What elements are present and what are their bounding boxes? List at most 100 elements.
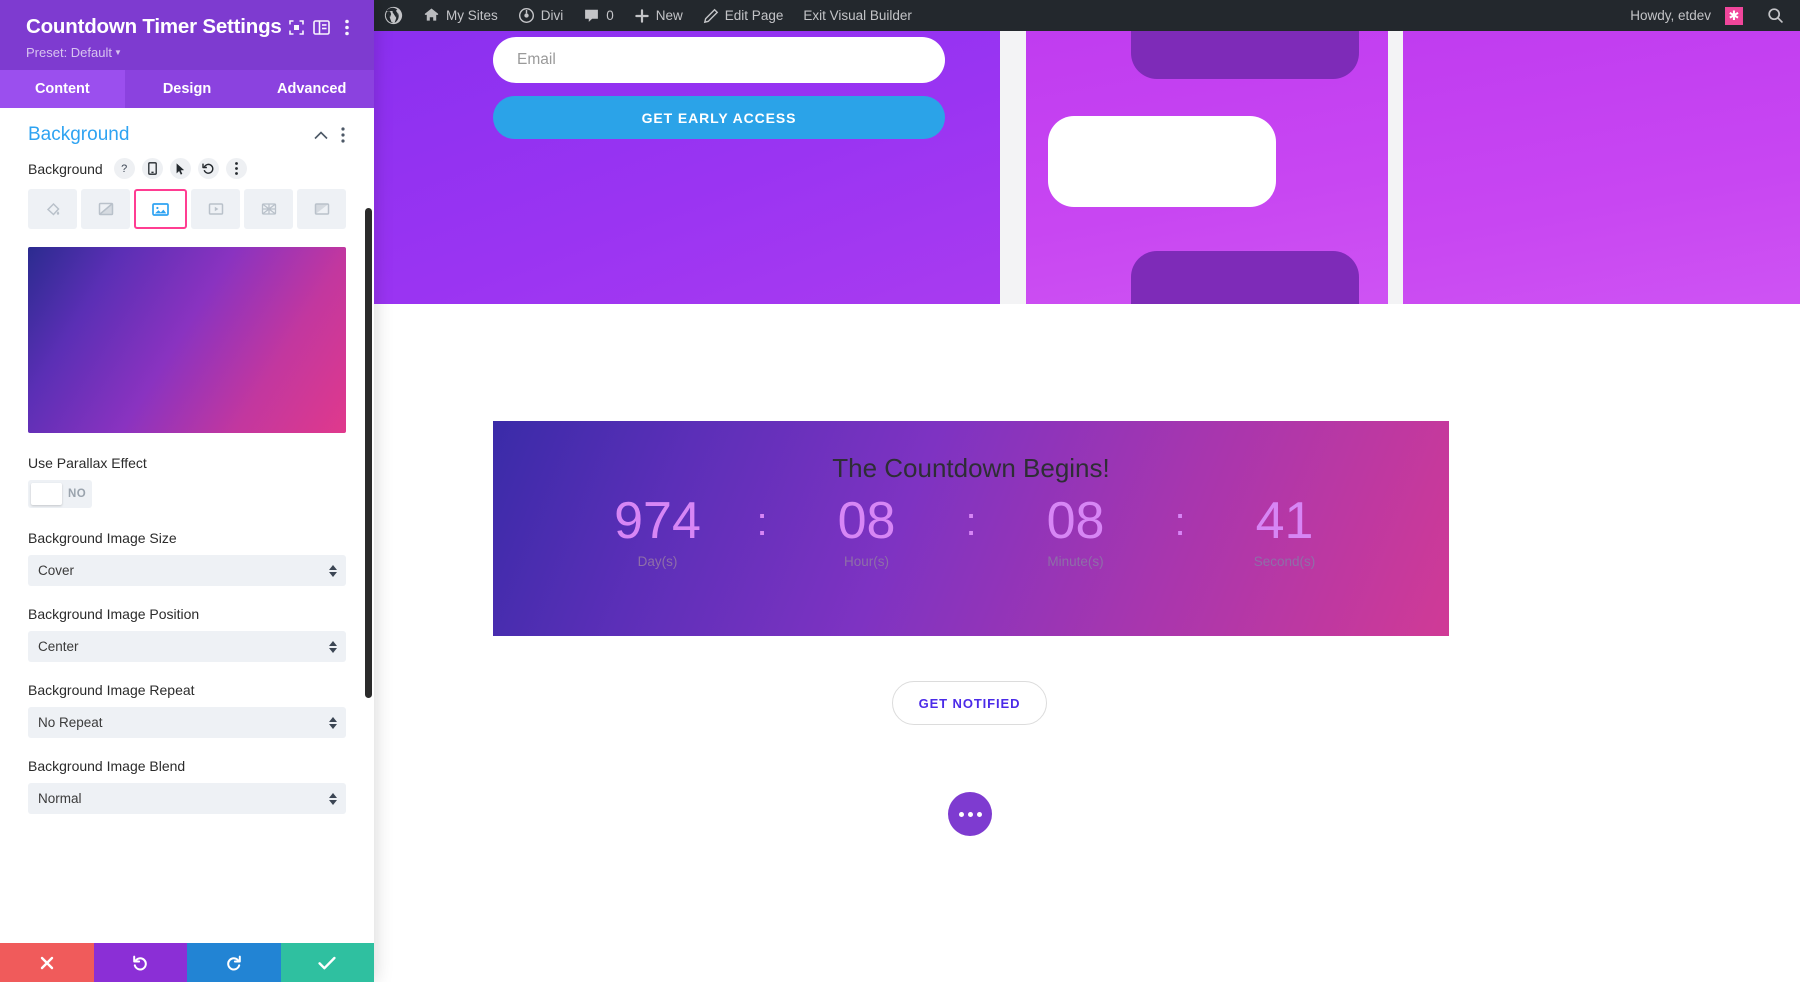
background-image-blend-select[interactable]: Normal [28, 783, 346, 814]
select-arrows-icon [329, 792, 337, 805]
countdown-label: Day(s) [637, 553, 678, 569]
background-image-icon[interactable] [134, 189, 187, 229]
focus-icon[interactable] [286, 14, 307, 40]
comments-menu[interactable]: 0 [573, 0, 624, 31]
hero-gap [1000, 31, 1026, 304]
hero-right-column [1403, 31, 1800, 304]
visual-builder-canvas: Email GET EARLY ACCESS The Countdown Beg… [374, 31, 1800, 982]
layout-toggle-icon[interactable] [311, 14, 332, 40]
countdown-separator: : [1174, 500, 1186, 544]
countdown-separator: : [756, 500, 768, 544]
field-background-image-blend: Background Image Blend Normal [0, 758, 374, 814]
field-label: Use Parallax Effect [28, 455, 147, 471]
countdown-unit-days: 974 Day(s) [577, 492, 738, 569]
greeting-label: Howdy, etdev [1630, 8, 1711, 23]
search-icon[interactable] [1753, 7, 1800, 24]
undo-button[interactable] [93, 943, 187, 982]
field-label: Background Image Position [28, 606, 200, 622]
background-image-preview[interactable] [28, 247, 346, 433]
hero-gap [1388, 31, 1403, 304]
chevron-down-icon: ▼ [114, 48, 122, 57]
edit-page-link[interactable]: Edit Page [693, 0, 794, 31]
countdown-unit-minutes: 08 Minute(s) [995, 492, 1156, 569]
countdown-value: 08 [1046, 492, 1105, 550]
background-field-label: Background [28, 160, 103, 177]
help-icon[interactable]: ? [113, 158, 135, 179]
hover-icon[interactable] [169, 158, 191, 179]
panel-preset-label: Preset: Default [26, 45, 112, 60]
countdown-value: 41 [1255, 492, 1314, 550]
background-image-repeat-select[interactable]: No Repeat [28, 707, 346, 738]
background-video-icon[interactable] [191, 189, 240, 229]
select-value: Cover [38, 563, 75, 578]
field-label: Background Image Repeat [28, 682, 195, 698]
countdown-label: Minute(s) [1047, 553, 1104, 569]
avatar: ✱ [1725, 6, 1743, 25]
divi-label: Divi [540, 8, 564, 23]
field-label: Background Image Blend [28, 758, 186, 774]
panel-scrollbar[interactable] [365, 208, 372, 698]
dots [958, 811, 982, 817]
background-image-size-select[interactable]: Cover [28, 555, 346, 586]
select-value: No Repeat [38, 715, 103, 730]
field-more-options-icon[interactable] [225, 158, 247, 179]
exit-visual-builder-link[interactable]: Exit Visual Builder [793, 0, 922, 31]
parallax-toggle[interactable]: NO [28, 480, 92, 508]
toggle-knob [31, 483, 62, 505]
background-gradient-icon[interactable] [81, 189, 130, 229]
field-background-image-size: Background Image Size Cover [0, 530, 374, 586]
decorative-shape [1131, 31, 1359, 79]
countdown-title: The Countdown Begins! [832, 453, 1110, 483]
select-value: Center [38, 639, 79, 654]
countdown-value: 08 [837, 492, 896, 550]
select-arrows-icon [329, 640, 337, 653]
save-button[interactable] [280, 943, 374, 982]
email-input[interactable]: Email [493, 37, 945, 83]
hero-section: Email GET EARLY ACCESS [374, 31, 1800, 304]
account-menu[interactable]: Howdy, etdev ✱ [1620, 0, 1753, 31]
responsive-icon[interactable] [141, 158, 163, 179]
get-notified-button[interactable]: GET NOTIFIED [892, 681, 1047, 725]
decorative-shape [1131, 251, 1359, 304]
background-field-label-row: Background ? [0, 158, 374, 179]
panel-body: Background Background ? Use Parallax Eff… [0, 108, 374, 943]
panel-tabs: Content Design Advanced [0, 70, 375, 108]
section-more-options-icon[interactable] [332, 127, 354, 143]
background-image-position-select[interactable]: Center [28, 631, 346, 662]
countdown-label: Hour(s) [843, 553, 889, 569]
divi-menu[interactable]: Divi [508, 0, 574, 31]
background-section-header[interactable]: Background [0, 108, 374, 158]
background-color-icon[interactable] [28, 189, 77, 229]
tab-design[interactable]: Design [124, 70, 250, 108]
my-sites-menu[interactable]: My Sites [413, 0, 508, 31]
more-options-icon[interactable] [337, 14, 358, 40]
select-value: Normal [38, 791, 82, 806]
field-use-parallax-effect: Use Parallax Effect NO [0, 455, 374, 510]
reset-icon[interactable] [197, 158, 219, 179]
countdown-unit-seconds: 41 Second(s) [1204, 492, 1365, 569]
section-title: Background [28, 124, 130, 145]
chevron-up-icon[interactable] [310, 130, 332, 140]
comments-count: 0 [606, 8, 614, 23]
countdown-units-row: 974 Day(s) : 08 Hour(s) : 08 Minute(s) :… [493, 492, 1449, 569]
redo-button[interactable] [187, 943, 281, 982]
select-arrows-icon [329, 716, 337, 729]
get-early-access-button[interactable]: GET EARLY ACCESS [493, 96, 945, 139]
more-options-icon[interactable] [948, 792, 992, 836]
new-content-menu[interactable]: New [624, 0, 693, 31]
edit-page-label: Edit Page [724, 8, 784, 23]
tab-advanced[interactable]: Advanced [249, 70, 375, 108]
background-pattern-icon[interactable] [244, 189, 293, 229]
panel-preset-selector[interactable]: Preset: Default ▼ [26, 45, 358, 60]
select-arrows-icon [329, 564, 337, 577]
countdown-separator: : [965, 500, 977, 544]
discard-button[interactable] [0, 943, 94, 982]
background-mask-icon[interactable] [297, 189, 346, 229]
tab-content[interactable]: Content [0, 70, 125, 108]
wordpress-admin-bar: My Sites Divi 0 New Edit Page Exit Visua… [374, 0, 1800, 31]
countdown-timer-settings-panel: Countdown Timer Settings Preset: Default… [0, 0, 375, 982]
countdown-timer-module[interactable]: The Countdown Begins! 974 Day(s) : 08 Ho… [493, 421, 1449, 636]
toggle-value: NO [68, 488, 87, 500]
wordpress-logo-icon[interactable] [374, 0, 413, 31]
new-label: New [655, 8, 683, 23]
